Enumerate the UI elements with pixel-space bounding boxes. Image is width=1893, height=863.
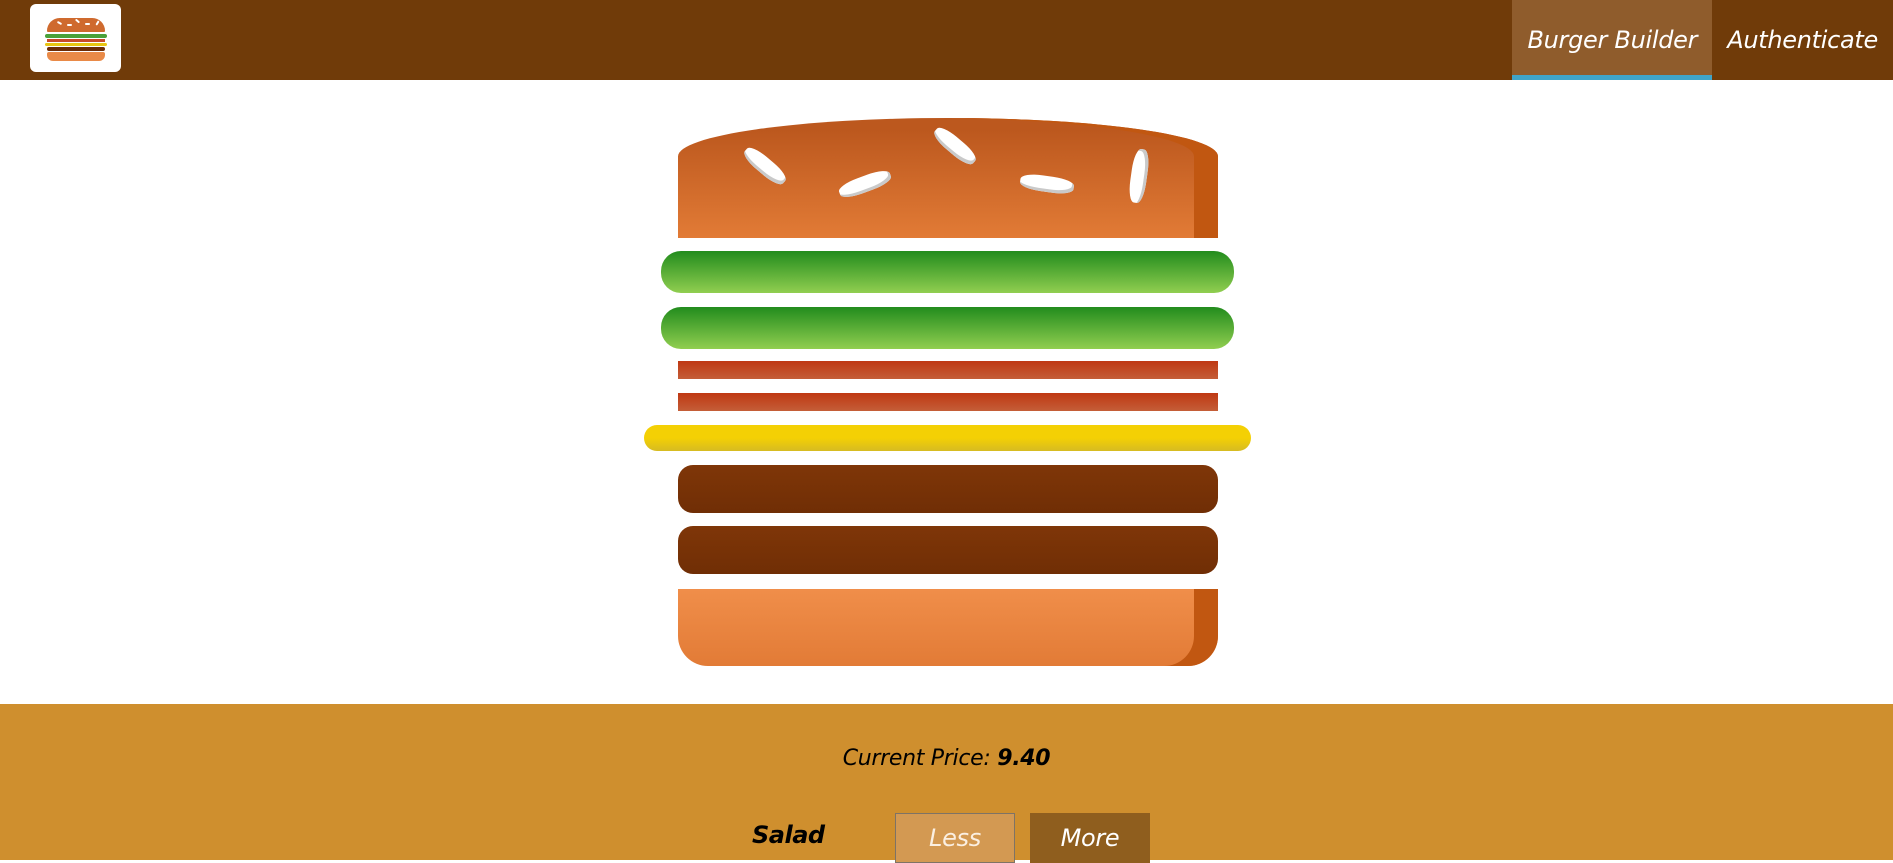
bacon-layer <box>678 361 1218 379</box>
price-value: 9.40 <box>997 746 1051 771</box>
control-label-salad: Salad <box>752 821 825 849</box>
meat-layer <box>678 465 1218 513</box>
bread-top <box>678 118 1218 238</box>
toolbar: Burger Builder Authenticate <box>0 0 1893 80</box>
meat-layer <box>678 526 1218 574</box>
build-controls: Current Price: 9.40 Salad Less More <box>0 704 1893 863</box>
sesame-seed <box>930 123 980 169</box>
burger-logo-icon <box>30 4 121 72</box>
bacon-layer <box>678 393 1218 411</box>
current-price: Current Price: 9.40 <box>0 746 1893 771</box>
burger-preview <box>0 80 1893 704</box>
price-label: Current Price: <box>842 746 991 771</box>
salad-layer <box>661 251 1234 293</box>
less-salad-button[interactable]: Less <box>895 813 1015 863</box>
navigation-items: Burger Builder Authenticate <box>1512 0 1893 80</box>
sesame-seed <box>836 167 894 201</box>
sesame-seed <box>740 143 790 189</box>
nav-link-burger-builder[interactable]: Burger Builder <box>1512 0 1713 80</box>
sesame-seed <box>1127 148 1151 204</box>
nav-link-authenticate[interactable]: Authenticate <box>1712 0 1893 80</box>
more-salad-button[interactable]: More <box>1030 813 1150 863</box>
bread-bottom <box>678 589 1218 666</box>
salad-layer <box>661 307 1234 349</box>
build-control-salad: Salad Less More <box>0 813 1893 863</box>
sesame-seed <box>1019 172 1075 196</box>
cheese-layer <box>644 425 1251 451</box>
